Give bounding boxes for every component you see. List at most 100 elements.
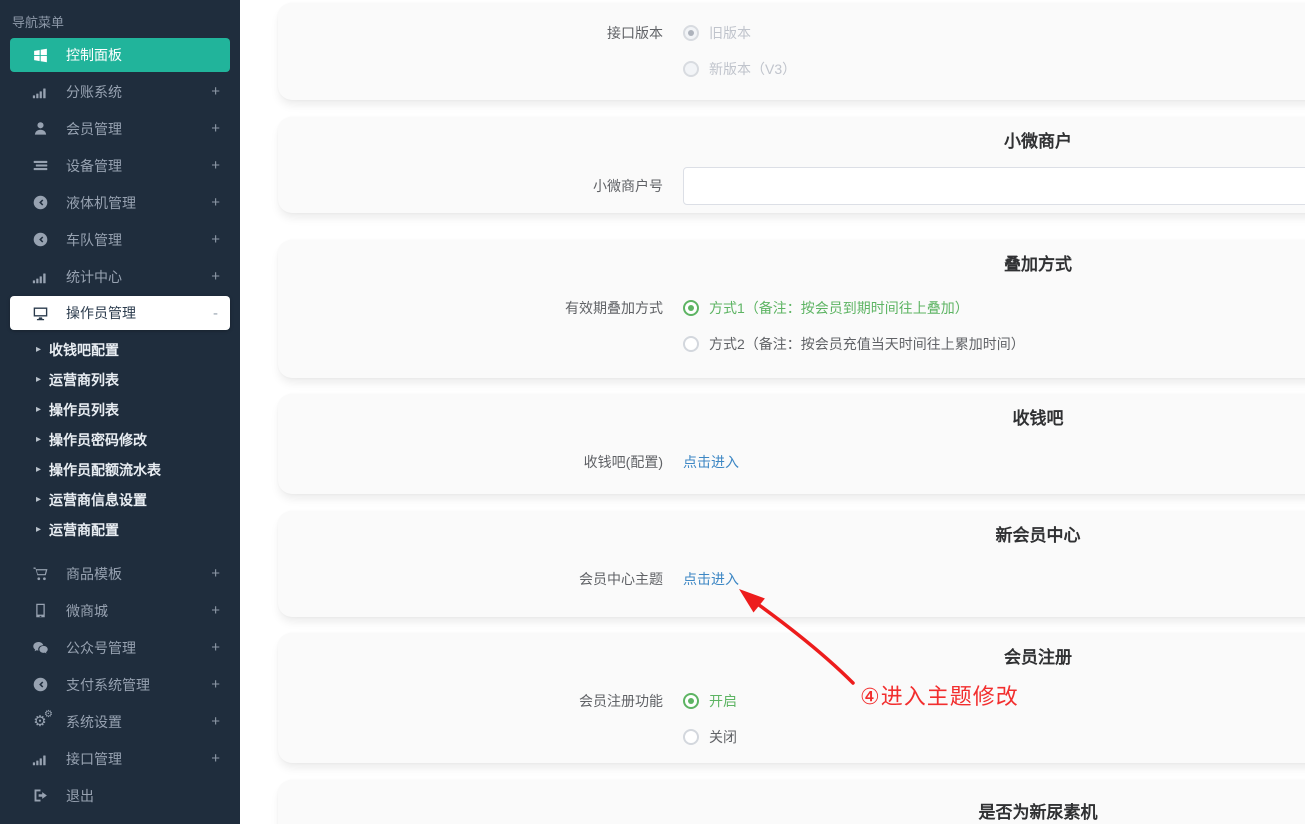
sidebar: 导航菜单 控制面板分账系统+会员管理+设备管理+液体机管理+车队管理+统计中心+…: [0, 0, 240, 824]
radio-label: 旧版本: [709, 23, 751, 43]
wechat-icon: [30, 639, 50, 657]
section-title: 新会员中心: [278, 525, 1305, 547]
card-2: 叠加方式有效期叠加方式 方式1（备注：按会员到期时间往上叠加） 方式2（备注：按会员…: [278, 240, 1305, 378]
sidebar-item-label: 分账系统: [66, 82, 211, 102]
signal-icon: [30, 750, 50, 768]
signal-icon: [30, 268, 50, 286]
radio-label: 开启: [709, 691, 737, 711]
radio-label: 方式2（备注：按会员充值当天时间往上累加时间）: [709, 334, 1025, 354]
sidebar-menu: 控制面板分账系统+会员管理+设备管理+液体机管理+车队管理+统计中心+操作员管理…: [0, 38, 240, 814]
sidebar-item-2[interactable]: 会员管理+: [0, 110, 240, 147]
field-label: 有效期叠加方式: [278, 298, 663, 318]
sidebar-item-10[interactable]: 公众号管理+: [0, 629, 240, 666]
sidebar-subitem-5[interactable]: ▸ 运营商信息设置: [0, 485, 240, 515]
field-label: 收钱吧(配置): [278, 452, 663, 472]
chevron-circle-left-icon: [30, 676, 50, 694]
submenu-item-label: 运营商信息设置: [49, 490, 147, 510]
sidebar-header: 导航菜单: [0, 0, 240, 36]
sidebar-subitem-2[interactable]: ▸操作员列表: [0, 395, 240, 425]
card-0: 接口版本旧版本新版本（V3）: [278, 3, 1305, 100]
radio-icon: [683, 693, 699, 709]
sidebar-item-12[interactable]: ⚙⚙ 系统设置+: [0, 703, 240, 740]
submenu-item-label: 操作员配额流水表: [49, 460, 161, 480]
sidebar-subitem-1[interactable]: ▸运营商列表: [0, 365, 240, 395]
sidebar-item-4[interactable]: 液体机管理+: [0, 184, 240, 221]
sidebar-item-label: 系统设置: [66, 712, 211, 732]
sidebar-item-9[interactable]: 微商城+: [0, 592, 240, 629]
section-title: 叠加方式: [278, 254, 1305, 276]
chevron-circle-left-icon: [30, 194, 50, 212]
sidebar-subitem-4[interactable]: ▸ 操作员配额流水表: [0, 455, 240, 485]
caret-right-icon: ▸: [36, 495, 41, 505]
radio-icon: [683, 61, 699, 77]
radio-label: 方式1（备注：按会员到期时间往上叠加）: [709, 298, 969, 318]
card-4: 新会员中心会员中心主题点击进入: [278, 511, 1305, 617]
submenu-item-label: 收钱吧配置: [49, 340, 119, 360]
radio-option[interactable]: 方式1（备注：按会员到期时间往上叠加）: [683, 298, 1025, 318]
sidebar-item-label: 操作员管理: [66, 303, 213, 323]
sidebar-item-11[interactable]: 支付系统管理+: [0, 666, 240, 703]
chevron-circle-left-icon: [30, 231, 50, 249]
card-5: 会员注册会员注册功能开启关闭: [278, 633, 1305, 763]
list-icon: [30, 157, 50, 175]
sidebar-item-14[interactable]: 退出: [0, 777, 240, 814]
caret-right-icon: ▸: [36, 375, 41, 385]
enter-link[interactable]: 点击进入: [683, 452, 739, 472]
radio-icon: [683, 25, 699, 41]
radio-label: 关闭: [709, 727, 737, 747]
radio-group: 旧版本新版本（V3）: [683, 23, 796, 95]
sidebar-item-label: 接口管理: [66, 749, 211, 769]
sidebar-subitem-3[interactable]: ▸操作员密码修改: [0, 425, 240, 455]
section-title: 收钱吧: [278, 408, 1305, 430]
sidebar-item-8[interactable]: 商品模板+: [0, 555, 240, 592]
sidebar-item-0[interactable]: 控制面板: [10, 38, 230, 72]
sidebar-item-6[interactable]: 统计中心+: [0, 258, 240, 295]
caret-right-icon: ▸: [36, 405, 41, 415]
cards-container: 接口版本旧版本新版本（V3）小微商户小微商户号叠加方式有效期叠加方式方式1（备注…: [240, 0, 1305, 824]
desktop-icon: [30, 304, 50, 322]
mobile-icon: [30, 602, 50, 620]
plus-icon: +: [211, 714, 220, 729]
plus-icon: +: [211, 566, 220, 581]
sidebar-item-label: 会员管理: [66, 119, 211, 139]
sidebar-item-5[interactable]: 车队管理+: [0, 221, 240, 258]
caret-right-icon: ▸: [36, 465, 41, 475]
field-label: 小微商户号: [278, 167, 663, 205]
plus-icon: +: [211, 84, 220, 99]
card-3: 收钱吧收钱吧(配置) 点击进入: [278, 394, 1305, 494]
radio-option[interactable]: 关闭: [683, 727, 737, 747]
radio-group: 开启关闭: [683, 691, 737, 763]
windows-icon: [30, 46, 50, 64]
radio-option[interactable]: 开启: [683, 691, 737, 711]
field-label: 会员中心主题: [278, 569, 663, 589]
signal-icon: [30, 83, 50, 101]
text-input[interactable]: [683, 167, 1305, 205]
field-label: 会员注册功能: [278, 691, 663, 711]
plus-icon: +: [211, 158, 220, 173]
sidebar-item-3[interactable]: 设备管理+: [0, 147, 240, 184]
radio-group: 方式1（备注：按会员到期时间往上叠加） 方式2（备注：按会员充值当天时间往上累加时…: [683, 298, 1025, 370]
enter-link[interactable]: 点击进入: [683, 569, 739, 589]
section-title: 会员注册: [278, 647, 1305, 669]
sidebar-subitem-6[interactable]: ▸运营商配置: [0, 515, 240, 545]
radio-label: 新版本（V3）: [709, 59, 796, 79]
sidebar-item-13[interactable]: 接口管理+: [0, 740, 240, 777]
cogs-icon: ⚙⚙: [30, 713, 50, 731]
submenu: ▸ 收钱吧配置 ▸运营商列表▸操作员列表▸操作员密码修改 ▸ 操作员配额流水表 ▸ 运营商信…: [0, 331, 240, 555]
sidebar-item-label: 车队管理: [66, 230, 211, 250]
radio-option[interactable]: 旧版本: [683, 23, 796, 43]
radio-option[interactable]: 新版本（V3）: [683, 59, 796, 79]
main-content: 接口版本旧版本新版本（V3）小微商户小微商户号叠加方式有效期叠加方式方式1（备注…: [240, 0, 1305, 824]
radio-icon: [683, 336, 699, 352]
plus-icon: +: [211, 677, 220, 692]
sidebar-subitem-0[interactable]: ▸ 收钱吧配置: [0, 335, 240, 365]
section-title: 是否为新尿素机: [278, 802, 1305, 824]
sidebar-item-1[interactable]: 分账系统+: [0, 73, 240, 110]
plus-icon: +: [211, 232, 220, 247]
caret-right-icon: ▸: [36, 345, 41, 355]
sidebar-item-7[interactable]: 操作员管理-: [10, 296, 230, 330]
caret-right-icon: ▸: [36, 525, 41, 535]
radio-option[interactable]: 方式2（备注：按会员充值当天时间往上累加时间）: [683, 334, 1025, 354]
sidebar-item-label: 液体机管理: [66, 193, 211, 213]
radio-icon: [683, 300, 699, 316]
